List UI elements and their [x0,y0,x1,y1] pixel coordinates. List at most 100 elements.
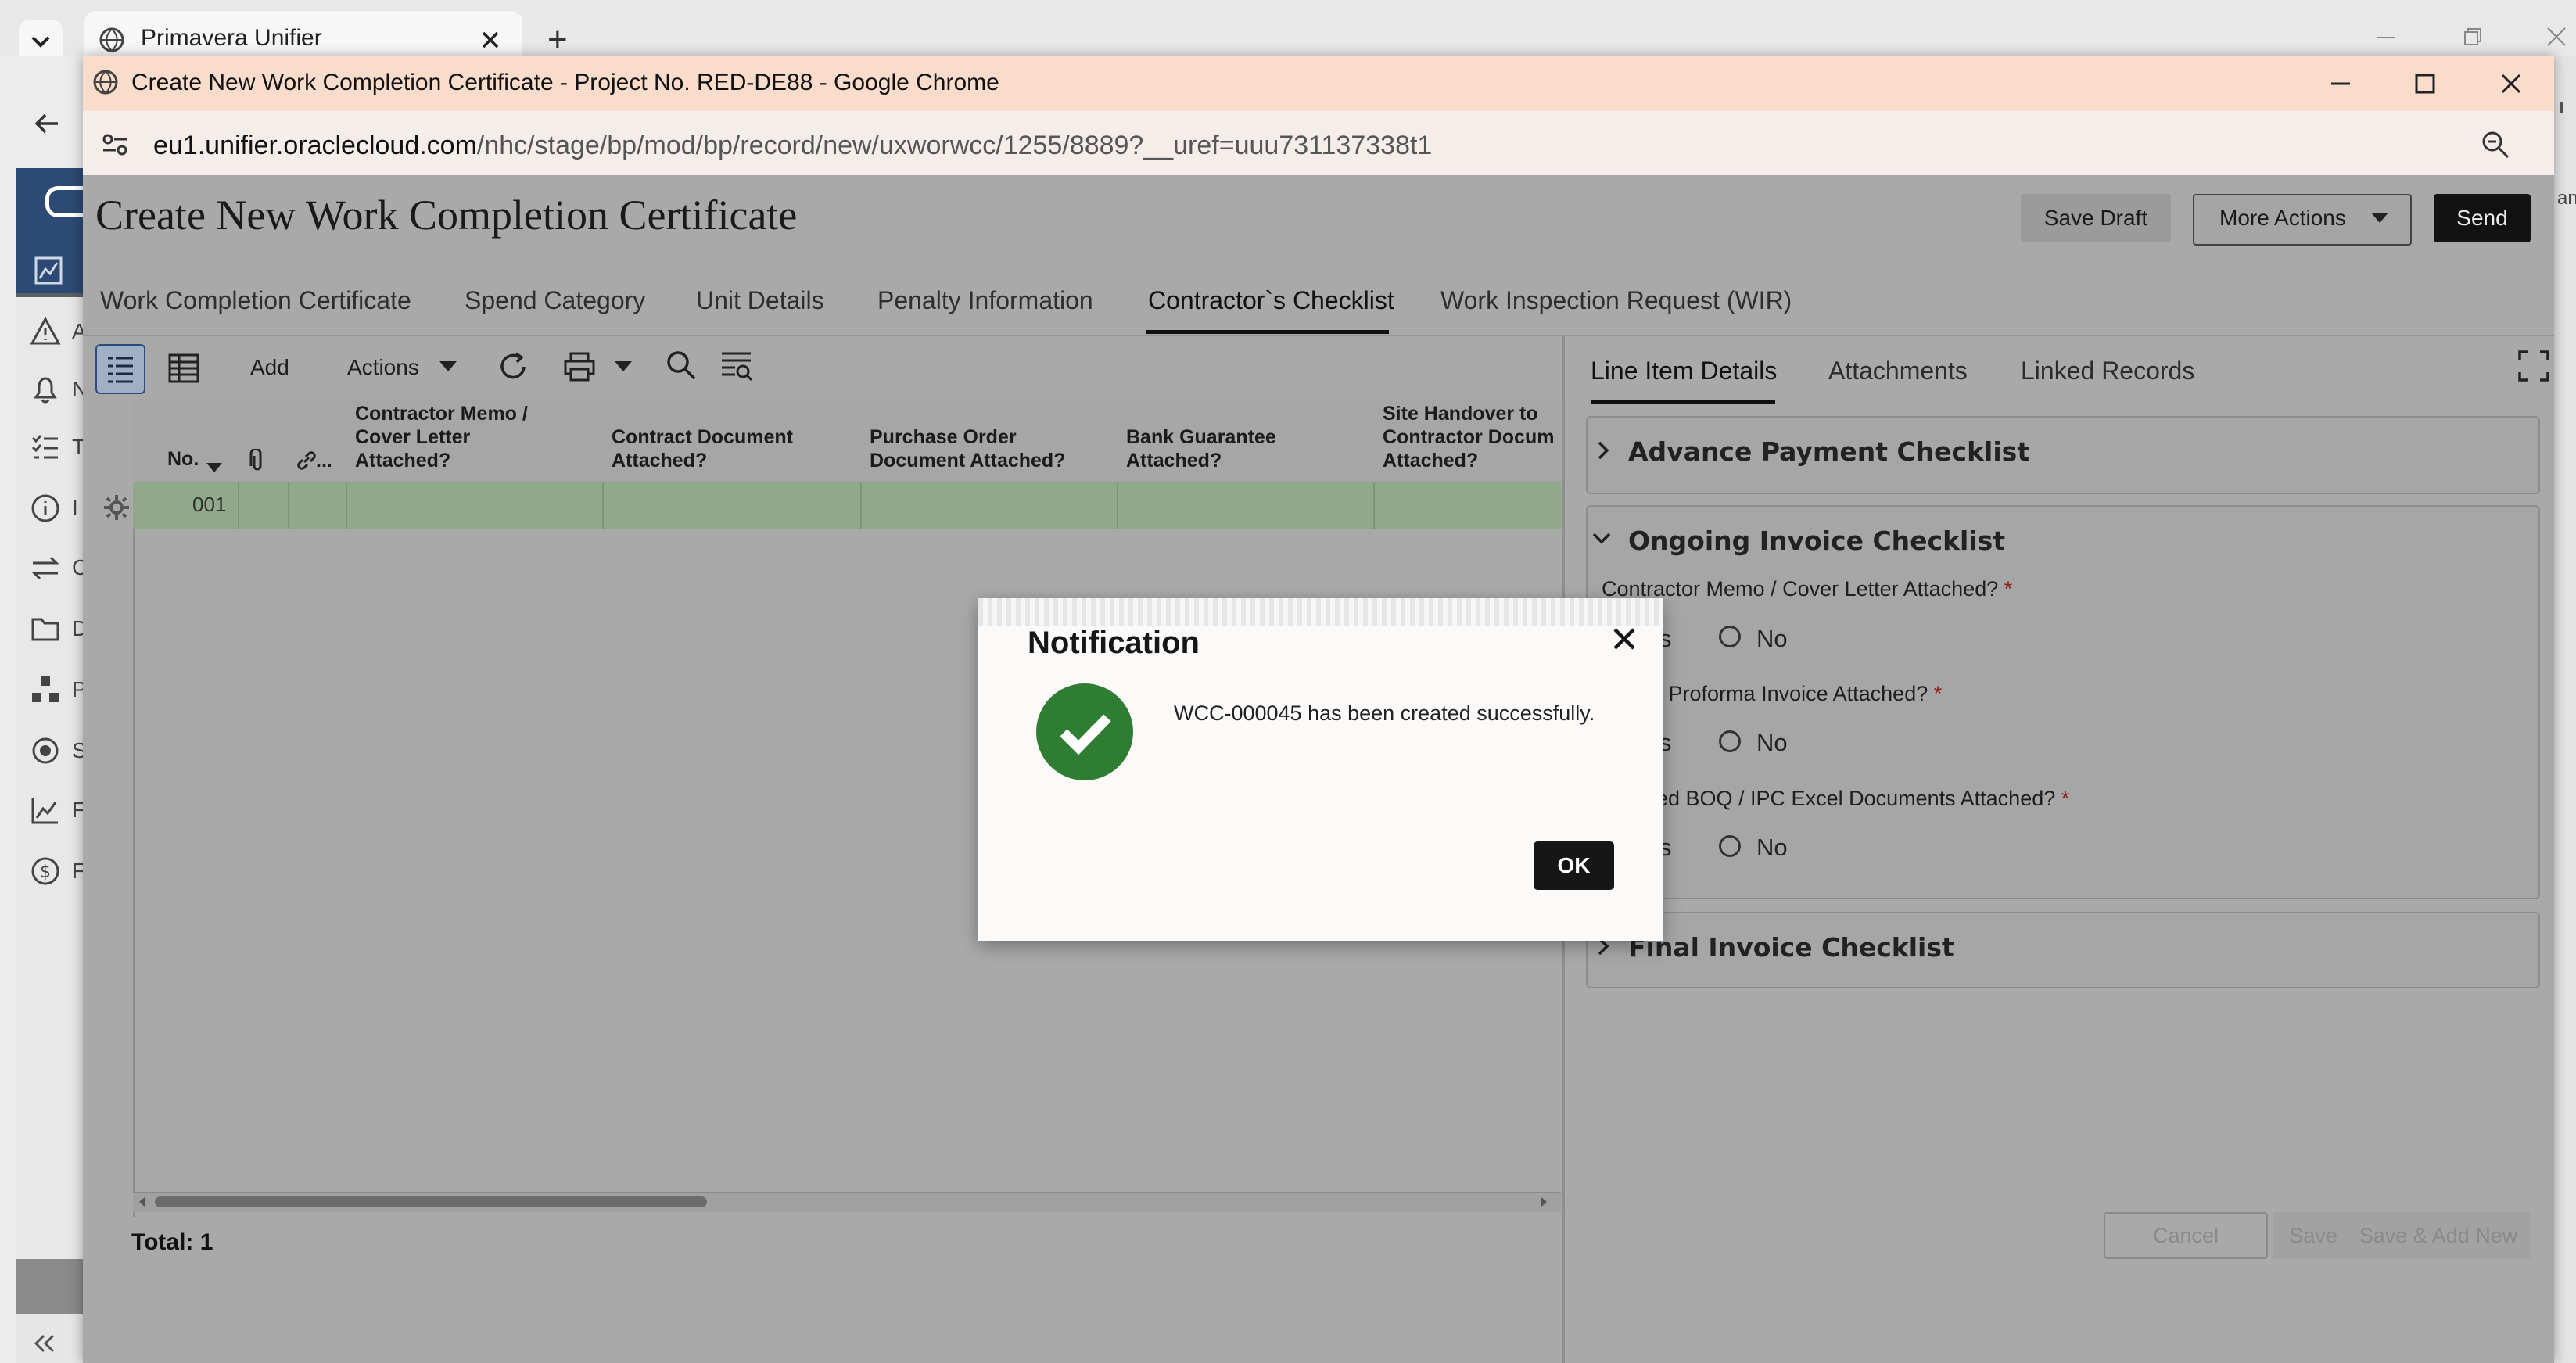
col-site-l2: Contractor Docum [1383,426,1555,448]
sort-desc-icon[interactable] [206,463,222,474]
tab-attachments[interactable]: Attachments [1828,357,1968,386]
tab-unit-details[interactable]: Unit Details [696,286,824,315]
dialog-drag-handle[interactable] [978,598,1663,626]
close-icon[interactable] [2498,70,2524,97]
tab-penalty-information[interactable]: Penalty Information [877,286,1093,315]
list-view-button[interactable] [95,344,145,394]
col-po-l2: Document Attached? [870,450,1066,472]
field-label-text: ed BOQ / IPC Excel Documents Attached? [1656,787,2056,810]
more-actions-button[interactable]: More Actions [2193,194,2412,246]
back-arrow-icon[interactable] [31,108,63,139]
scroll-right-icon[interactable] [1539,1196,1548,1207]
caret-down-icon[interactable] [615,361,632,372]
gear-icon[interactable] [102,493,131,522]
folder-icon[interactable] [30,613,61,644]
bell-icon[interactable] [30,374,61,405]
field-label-text: ng Proforma Invoice Attached? [1639,682,1928,705]
zoom-icon[interactable] [2481,130,2510,160]
col-link-label: ... [316,450,332,472]
minimize-icon[interactable] [2327,70,2354,97]
sidebar-item-4[interactable]: I [72,496,78,521]
table-view-icon[interactable] [167,352,200,385]
print-icon[interactable] [563,350,596,383]
col-site-l1: Site Handover to [1383,403,1538,425]
target-icon[interactable] [30,735,61,766]
transfer-icon[interactable] [30,552,61,583]
caret-down-icon[interactable] [439,361,457,372]
chart-icon[interactable] [30,794,61,826]
save-draft-button[interactable]: Save Draft [2021,194,2171,242]
minimize-icon[interactable] [2374,25,2398,48]
col-bank-l1: Bank Guarantee [1126,426,1276,448]
chevron-down-icon[interactable] [1591,530,1613,546]
field-label-text: Contractor Memo / Cover Letter Attached? [1602,577,1999,601]
send-button[interactable]: Send [2434,194,2531,242]
required-mark: * [2004,577,2013,601]
tab-contractors-checklist[interactable]: Contractor`s Checklist [1148,286,1394,315]
col-memo-header[interactable]: Contractor Memo / Cover Letter Attached? [355,402,528,472]
hierarchy-icon[interactable] [30,674,61,705]
tab-work-inspection-request[interactable]: Work Inspection Request (WIR) [1440,286,1792,315]
field-label: Contractor Memo / Cover Letter Attached?… [1602,577,2012,601]
col-po-header[interactable]: Purchase Order Document Attached? [870,425,1065,472]
outer-menu-dots[interactable] [2560,102,2563,113]
finance-icon[interactable]: $ [30,855,61,887]
analytics-icon[interactable] [33,255,64,286]
field-label: ed BOQ / IPC Excel Documents Attached? * [1656,787,2069,811]
radio-no[interactable] [1719,730,1741,752]
col-divider [1373,482,1375,529]
required-mark: * [1933,682,1943,705]
save-add-new-button[interactable]: Save & Add New [2346,1212,2531,1259]
save-button[interactable]: Save [2273,1212,2354,1259]
cancel-button[interactable]: Cancel [2104,1212,2268,1259]
new-tab-button[interactable]: + [547,20,568,59]
actions-label: Actions [347,355,419,379]
col-memo-l1: Contractor Memo / [355,403,528,425]
col-divider [1117,482,1118,529]
restore-icon[interactable] [2460,25,2484,48]
page-title: Create New Work Completion Certificate [95,192,798,239]
check-icon [1036,683,1133,780]
col-memo-l2: Cover Letter [355,426,471,448]
url-text[interactable]: eu1.unifier.oraclecloud.com/nhc/stage/bp… [153,131,1432,161]
col-site-header[interactable]: Site Handover to Contractor Docum Attached… [1383,402,1561,472]
refresh-icon[interactable] [497,350,530,383]
add-button[interactable]: Add [250,355,289,380]
row-number: 001 [192,493,227,516]
tab-work-completion-certificate[interactable]: Work Completion Certificate [100,286,411,315]
advance-payment-title: Advance Payment Checklist [1628,436,2030,467]
chevron-right-icon[interactable] [1595,439,1611,461]
tasks-icon[interactable] [30,432,61,463]
radio-no[interactable] [1719,626,1741,647]
outer-right-truncated: an [2557,188,2576,209]
ok-button[interactable]: OK [1534,841,1614,890]
maximize-icon[interactable] [2412,70,2438,97]
search-icon[interactable] [665,349,698,382]
expand-icon[interactable] [2517,349,2551,383]
tab-spend-category[interactable]: Spend Category [465,286,645,315]
col-bank-header[interactable]: Bank Guarantee Attached? [1126,425,1276,472]
info-icon[interactable] [30,493,61,524]
close-icon[interactable] [480,30,500,50]
scroll-left-icon[interactable] [138,1196,147,1207]
tab-linked-records[interactable]: Linked Records [2021,357,2194,386]
close-icon[interactable] [1609,624,1639,654]
required-mark: * [2061,787,2070,810]
collapse-sidebar-icon[interactable] [30,1329,58,1358]
col-no-header[interactable]: No. [167,447,199,471]
col-contract-header[interactable]: Contract Document Attached? [612,425,793,472]
grid-header [133,399,1561,482]
radio-no[interactable] [1719,835,1741,857]
link-icon[interactable] [296,450,318,471]
alert-icon[interactable] [30,316,61,347]
close-icon[interactable] [2545,25,2568,48]
col-site-l3: Attached? [1383,450,1479,472]
tab-line-item-details[interactable]: Line Item Details [1591,357,1777,386]
actions-button[interactable]: Actions [347,355,419,380]
radio-no-label: No [1756,729,1788,756]
site-info-icon[interactable] [100,130,130,160]
col-contract-l1: Contract Document [612,426,793,448]
attachment-icon[interactable] [249,449,266,472]
scrollbar-thumb[interactable] [155,1196,707,1207]
filter-icon[interactable] [719,349,754,382]
